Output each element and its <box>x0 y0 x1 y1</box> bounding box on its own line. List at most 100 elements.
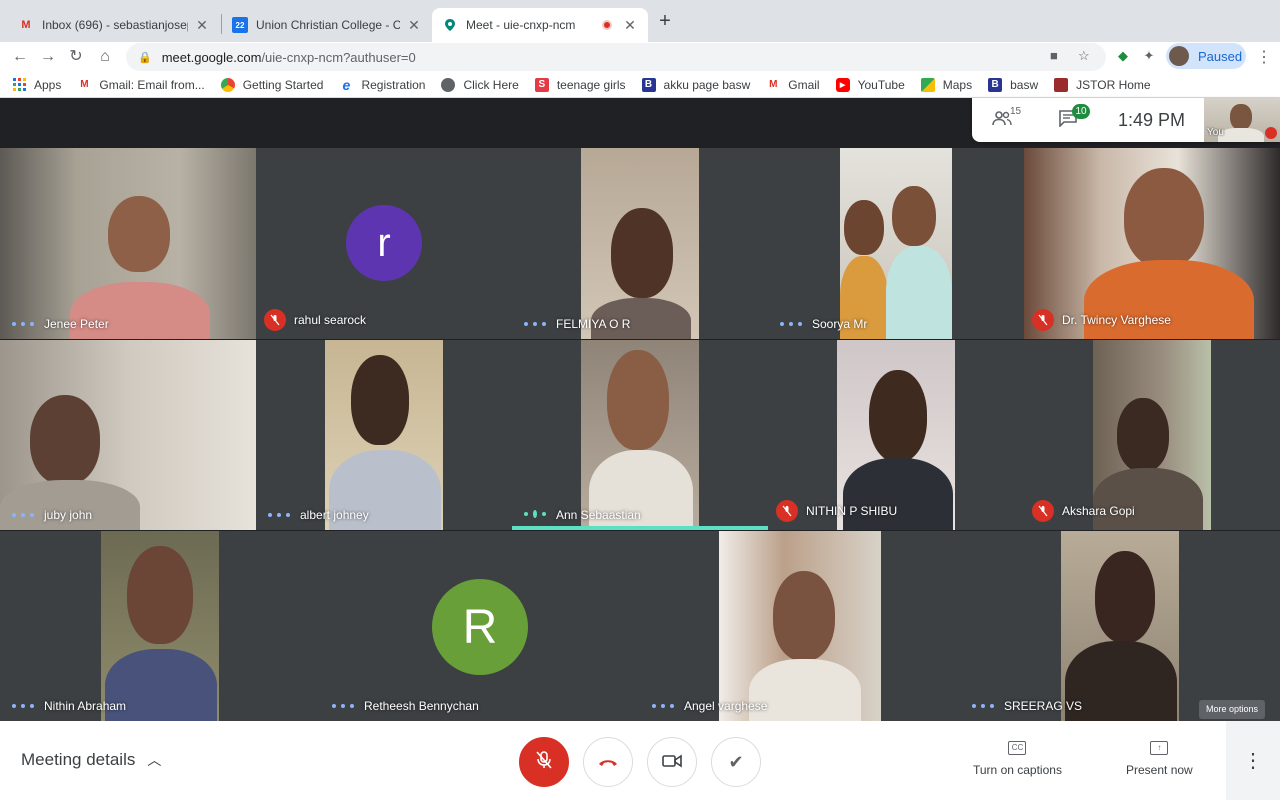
meeting-details-label: Meeting details <box>21 750 136 769</box>
browser-toolbar: ← → ↻ ⌂ 🔒 meet.google.com/uie-cnxp-ncm?a… <box>0 42 1280 72</box>
recording-icon <box>602 20 612 30</box>
captions-icon: CC <box>1008 741 1027 755</box>
close-icon[interactable]: ✕ <box>194 17 210 34</box>
participant-name: FELMIYA O R <box>556 317 631 331</box>
meet-icon <box>442 17 458 33</box>
participant-tile[interactable]: albert johney <box>256 340 512 530</box>
bookmark-gmail[interactable]: M Gmail <box>766 77 820 92</box>
meeting-details-button[interactable]: Meeting details ︿ <box>21 750 161 770</box>
participant-name: juby john <box>44 508 93 522</box>
more-dots-icon[interactable] <box>780 322 802 326</box>
captions-button[interactable]: CC Turn on captions <box>973 741 1062 777</box>
bookmark-label: Registration <box>361 77 426 92</box>
participant-tile[interactable]: Ann Sebaastian <box>512 340 768 530</box>
bookmark-teenage-girls[interactable]: S teenage girls <box>534 77 626 92</box>
mic-off-icon <box>535 750 553 775</box>
more-dots-icon[interactable] <box>12 704 34 708</box>
more-dots-icon[interactable] <box>12 322 34 326</box>
bookmark-jstor[interactable]: JSTOR Home <box>1054 77 1151 92</box>
reload-icon[interactable]: ↻ <box>64 45 88 69</box>
speaking-icon[interactable] <box>524 510 546 518</box>
camera-icon[interactable]: ■ <box>1050 48 1058 63</box>
address-bar[interactable]: 🔒 meet.google.com/uie-cnxp-ncm?authuser=… <box>126 43 1106 71</box>
more-options-tooltip: More options <box>1199 700 1266 719</box>
bookmark-registration[interactable]: e Registration <box>339 77 426 93</box>
bookmark-apps[interactable]: Apps <box>12 78 61 92</box>
participant-grid: Jenee Peter r rahul searock FELMIYA O R … <box>0 148 1280 721</box>
present-now-button[interactable]: ↑ Present now <box>1126 741 1193 777</box>
profile-button[interactable]: Paused <box>1166 43 1246 69</box>
people-button[interactable]: 15 <box>992 106 1021 131</box>
bookmark-click-here[interactable]: Click Here <box>441 77 519 92</box>
extension-action-button[interactable]: ✔ <box>711 737 761 787</box>
camera-icon <box>662 752 682 773</box>
participant-name: Nithin Abraham <box>44 699 127 713</box>
chat-button[interactable]: 10 <box>1058 104 1090 132</box>
tab-title: Union Christian College - Calendar <box>256 18 400 32</box>
participant-tile[interactable]: Dr. Twincy Varghese <box>1024 148 1280 339</box>
bookmark-gmail-email[interactable]: M Gmail: Email from... <box>77 78 205 92</box>
checkmark-icon: ✔ <box>728 751 744 772</box>
more-dots-icon[interactable] <box>524 322 546 326</box>
present-icon: ↑ <box>1150 741 1169 755</box>
mic-toggle-button[interactable] <box>519 737 569 787</box>
mic-off-icon <box>776 500 798 522</box>
more-dots-icon[interactable] <box>332 704 354 708</box>
more-dots-icon[interactable] <box>652 704 674 708</box>
bookmark-akku-page[interactable]: B akku page basw <box>641 77 750 92</box>
participant-tile[interactable]: Soorya Mr <box>768 148 1024 339</box>
participant-label: FELMIYA O R <box>520 317 630 331</box>
participant-tile[interactable]: R Retheesh Bennychan <box>320 531 640 721</box>
back-icon[interactable]: ← <box>8 45 32 69</box>
participant-label: albert johney <box>264 508 369 522</box>
participant-name: Soorya Mr <box>812 317 868 331</box>
star-icon[interactable]: ☆ <box>1078 48 1090 64</box>
participant-tile[interactable]: r rahul searock <box>256 148 512 339</box>
participant-label: SREERAG VS <box>968 699 1082 713</box>
participant-tile[interactable]: Angel varghese <box>640 531 960 721</box>
participant-tile[interactable]: Akshara Gopi <box>1024 340 1280 530</box>
bookmark-youtube[interactable]: ▶ YouTube <box>835 77 905 92</box>
gmail-icon: M <box>769 79 778 90</box>
clock-time: 1:49 PM <box>1118 110 1186 130</box>
participant-tile[interactable]: FELMIYA O R <box>512 148 768 339</box>
more-dots-icon[interactable] <box>972 704 994 708</box>
hang-up-icon <box>597 752 619 773</box>
participant-tile[interactable]: Nithin Abraham <box>0 531 320 721</box>
forward-icon[interactable]: → <box>36 45 60 69</box>
close-icon[interactable]: ✕ <box>622 17 638 34</box>
more-dots-icon[interactable] <box>12 513 34 517</box>
self-view-tile[interactable]: You <box>1204 98 1280 142</box>
more-options-button[interactable]: ⋮ <box>1226 721 1280 800</box>
participant-tile[interactable]: Jenee Peter <box>0 148 256 339</box>
browser-menu-icon[interactable]: ⋮ <box>1256 47 1272 67</box>
leave-call-button[interactable] <box>583 737 633 787</box>
close-icon[interactable]: ✕ <box>406 17 422 34</box>
mic-off-icon <box>1032 500 1054 522</box>
meeting-controls-bar: Meeting details ︿ ✔ CC Turn on captions … <box>0 721 1280 800</box>
participant-tile[interactable]: juby john <box>0 340 256 530</box>
new-tab-button[interactable]: + <box>654 10 676 32</box>
participant-tile[interactable]: NITHIN P SHIBU <box>768 340 1024 530</box>
gmail-icon: M <box>80 79 89 90</box>
tab-gmail[interactable]: M Inbox (696) - sebastianjosephuc@gmail.… <box>8 8 220 42</box>
tab-calendar[interactable]: 22 Union Christian College - Calendar ✕ <box>222 8 432 42</box>
participant-name: Jenee Peter <box>44 317 109 331</box>
bookmark-label: Gmail <box>788 77 820 92</box>
home-icon[interactable]: ⌂ <box>93 45 117 69</box>
tab-meet[interactable]: Meet - uie-cnxp-ncm ✕ <box>432 8 648 42</box>
jstor-icon <box>1054 77 1069 92</box>
bookmark-basw[interactable]: B basw <box>988 77 1039 92</box>
more-dots-icon[interactable] <box>268 513 290 517</box>
bookmark-label: Maps <box>942 77 973 92</box>
bookmark-maps[interactable]: Maps <box>920 77 973 92</box>
camera-toggle-button[interactable] <box>647 737 697 787</box>
participant-tile[interactable]: SREERAG VS <box>960 531 1280 721</box>
more-vert-icon: ⋮ <box>1243 750 1263 772</box>
bookmark-label: basw <box>1010 77 1039 92</box>
maps-icon <box>920 77 935 92</box>
extension-icon[interactable]: ◆ <box>1115 48 1131 64</box>
puzzle-icon[interactable]: ✦ <box>1141 48 1157 64</box>
participant-label: Jenee Peter <box>8 317 109 331</box>
bookmark-getting-started[interactable]: Getting Started <box>220 77 323 92</box>
